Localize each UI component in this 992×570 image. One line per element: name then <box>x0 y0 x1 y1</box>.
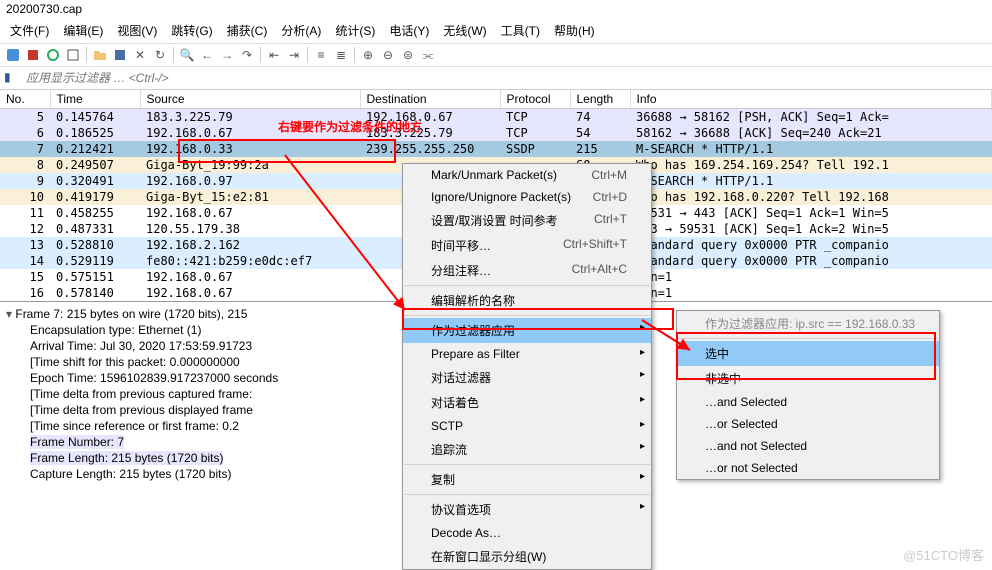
filter-bar: ▮ <box>0 67 992 90</box>
autoscroll-icon[interactable]: ≣ <box>332 46 350 64</box>
colorize-icon[interactable]: ≡ <box>312 46 330 64</box>
last-icon[interactable]: ⇥ <box>285 46 303 64</box>
menu-bar: 文件(F) 编辑(E) 视图(V) 跳转(G) 捕获(C) 分析(A) 统计(S… <box>0 18 992 44</box>
zoom-in-icon[interactable]: ⊕ <box>359 46 377 64</box>
ctx-timeref[interactable]: 设置/取消设置 时间参考Ctrl+T <box>403 208 651 233</box>
ctx-decodeas[interactable]: Decode As… <box>403 522 651 544</box>
ctx-comment[interactable]: 分组注释…Ctrl+Alt+C <box>403 258 651 283</box>
start-capture-icon[interactable] <box>4 46 22 64</box>
reload-icon[interactable]: ↻ <box>151 46 169 64</box>
context-menu: Mark/Unmark Packet(s)Ctrl+M Ignore/Unign… <box>402 163 652 570</box>
ctx-prepare-filter[interactable]: Prepare as Filter <box>403 343 651 365</box>
ctx-follow[interactable]: 追踪流 <box>403 437 651 462</box>
apply-filter-submenu: 作为过滤器应用: ip.src == 192.168.0.33 选中 非选中 …… <box>676 310 940 480</box>
menu-tools[interactable]: 工具(T) <box>495 20 546 41</box>
toolbar: ✕ ↻ 🔍 ← → ↷ ⇤ ⇥ ≡ ≣ ⊕ ⊖ ⊜ ⫘ <box>0 44 992 67</box>
menu-capture[interactable]: 捕获(C) <box>221 20 274 41</box>
ctx-timeshift[interactable]: 时间平移…Ctrl+Shift+T <box>403 233 651 258</box>
table-row[interactable]: 70.212421192.168.0.33239.255.255.250SSDP… <box>0 141 992 157</box>
close-icon[interactable]: ✕ <box>131 46 149 64</box>
menu-statistics[interactable]: 统计(S) <box>329 20 381 41</box>
submenu-header: 作为过滤器应用: ip.src == 192.168.0.33 <box>677 311 939 336</box>
table-row[interactable]: 60.186525192.168.0.67183.3.225.79TCP5458… <box>0 125 992 141</box>
submenu-not-selected[interactable]: 非选中 <box>677 366 939 391</box>
col-no[interactable]: No. <box>0 90 50 109</box>
menu-go[interactable]: 跳转(G) <box>165 20 218 41</box>
ctx-sctp[interactable]: SCTP <box>403 415 651 437</box>
resize-columns-icon[interactable]: ⫘ <box>419 46 437 64</box>
menu-telephony[interactable]: 电话(Y) <box>383 20 435 41</box>
ctx-editname[interactable]: 编辑解析的名称 <box>403 288 651 313</box>
ctx-copy[interactable]: 复制 <box>403 467 651 492</box>
detail-line[interactable]: Frame Number: 7 <box>30 435 124 449</box>
prev-icon[interactable]: ← <box>198 46 216 64</box>
display-filter-input[interactable] <box>24 69 988 87</box>
ctx-conv-filter[interactable]: 对话过滤器 <box>403 365 651 390</box>
menu-file[interactable]: 文件(F) <box>4 20 55 41</box>
save-icon[interactable] <box>111 46 129 64</box>
window-title: 20200730.cap <box>0 0 992 18</box>
open-file-icon[interactable] <box>91 46 109 64</box>
col-info[interactable]: Info <box>630 90 992 109</box>
col-dest[interactable]: Destination <box>360 90 500 109</box>
col-proto[interactable]: Protocol <box>500 90 570 109</box>
capture-options-icon[interactable] <box>64 46 82 64</box>
ctx-colorize[interactable]: 对话着色 <box>403 390 651 415</box>
detail-line-selected[interactable]: Frame Length: 215 bytes (1720 bits) <box>30 451 223 465</box>
bookmark-icon[interactable]: ▮ <box>4 70 20 86</box>
ctx-ignore[interactable]: Ignore/Unignore Packet(s)Ctrl+D <box>403 186 651 208</box>
stop-capture-icon[interactable] <box>24 46 42 64</box>
submenu-selected[interactable]: 选中 <box>677 341 939 366</box>
next-icon[interactable]: → <box>218 46 236 64</box>
zoom-out-icon[interactable]: ⊖ <box>379 46 397 64</box>
submenu-and-selected[interactable]: …and Selected <box>677 391 939 413</box>
table-row[interactable]: 50.145764183.3.225.79192.168.0.67TCP7436… <box>0 109 992 126</box>
menu-help[interactable]: 帮助(H) <box>548 20 601 41</box>
ctx-mark[interactable]: Mark/Unmark Packet(s)Ctrl+M <box>403 164 651 186</box>
ctx-newwindow[interactable]: 在新窗口显示分组(W) <box>403 544 651 569</box>
menu-analyze[interactable]: 分析(A) <box>275 20 327 41</box>
submenu-and-not-selected[interactable]: …and not Selected <box>677 435 939 457</box>
annotation-text: 右键要作为过滤条件的地方 <box>278 118 422 135</box>
goto-icon[interactable]: ↷ <box>238 46 256 64</box>
ctx-protoprefs[interactable]: 协议首选项 <box>403 497 651 522</box>
restart-capture-icon[interactable] <box>44 46 62 64</box>
submenu-or-selected[interactable]: …or Selected <box>677 413 939 435</box>
col-time[interactable]: Time <box>50 90 140 109</box>
menu-edit[interactable]: 编辑(E) <box>57 20 109 41</box>
menu-view[interactable]: 视图(V) <box>111 20 163 41</box>
menu-wireless[interactable]: 无线(W) <box>437 20 492 41</box>
zoom-reset-icon[interactable]: ⊜ <box>399 46 417 64</box>
col-length[interactable]: Length <box>570 90 630 109</box>
submenu-or-not-selected[interactable]: …or not Selected <box>677 457 939 479</box>
watermark: @51CTO博客 <box>903 545 984 564</box>
first-icon[interactable]: ⇤ <box>265 46 283 64</box>
col-source[interactable]: Source <box>140 90 360 109</box>
ctx-apply-as-filter[interactable]: 作为过滤器应用 <box>403 318 651 343</box>
find-icon[interactable]: 🔍 <box>178 46 196 64</box>
